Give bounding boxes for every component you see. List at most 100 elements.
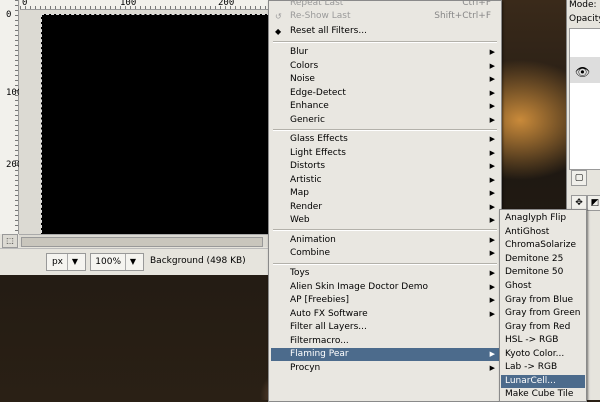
menu-item-map[interactable]: Map ▶ [271, 187, 499, 200]
submenu-item[interactable]: Gray from Green [501, 307, 585, 320]
tool-options-icon[interactable]: ◩ [587, 195, 600, 211]
submenu-item[interactable]: Lab -> RGB [501, 361, 585, 374]
chevron-right-icon: ▶ [489, 350, 495, 358]
horizontal-ruler[interactable]: 0 100 200 [20, 0, 272, 10]
chevron-right-icon: ▶ [489, 176, 495, 184]
menu-item-procyn[interactable]: Procyn ▶ [271, 362, 499, 375]
chevron-right-icon: ▶ [489, 216, 495, 224]
submenu-item-lunarcell[interactable]: LunarCell... [501, 375, 585, 388]
re-show-icon: ↺ [275, 12, 282, 21]
menu-item-combine[interactable]: Combine ▶ [271, 247, 499, 260]
menu-item-distorts[interactable]: Distorts ▶ [271, 160, 499, 173]
submenu-item-label: Gray from Red [505, 322, 571, 332]
chevron-right-icon: ▶ [489, 364, 495, 372]
submenu-item[interactable]: Make Cube Tile [501, 388, 585, 401]
menu-item-label: Web [290, 215, 310, 225]
chevron-right-icon: ▶ [489, 149, 495, 157]
menu-item-repeat-last[interactable]: Repeat Last Ctrl+F [271, 0, 499, 10]
chevron-right-icon: ▶ [489, 116, 495, 124]
menu-item-label: Edge-Detect [290, 88, 346, 98]
submenu-item[interactable]: Demitone 50 [501, 266, 585, 279]
menu-item-toys[interactable]: Toys ▶ [271, 267, 499, 280]
menu-item-light-effects[interactable]: Light Effects ▶ [271, 147, 499, 160]
menu-item-label: Glass Effects [290, 134, 348, 144]
menu-item-colors[interactable]: Colors ▶ [271, 60, 499, 73]
menu-item-label: Distorts [290, 161, 326, 171]
menu-item-alien-skin[interactable]: Alien Skin Image Doctor Demo ▶ [271, 281, 499, 294]
menu-item-blur[interactable]: Blur ▶ [271, 46, 499, 59]
menu-item-label: Toys [290, 268, 310, 278]
zoom-select[interactable]: 100% ▼ [90, 253, 144, 271]
menu-item-generic[interactable]: Generic ▶ [271, 114, 499, 127]
chevron-right-icon: ▶ [489, 162, 495, 170]
menu-item-edge-detect[interactable]: Edge-Detect ▶ [271, 87, 499, 100]
chevron-right-icon: ▶ [489, 296, 495, 304]
menu-item-re-show-last[interactable]: ↺ Re-Show Last Shift+Ctrl+F [271, 10, 499, 23]
menu-item-label: AP [Freebies] [290, 295, 350, 305]
chevron-right-icon: ▶ [489, 269, 495, 277]
quick-mask-toggle[interactable]: ⬚ [2, 234, 18, 248]
chevron-right-icon: ▶ [489, 75, 495, 83]
chevron-down-icon: ▼ [67, 254, 82, 270]
layer-row[interactable]: 👁 [570, 57, 600, 83]
menu-item-animation[interactable]: Animation ▶ [271, 234, 499, 247]
menu-item-ap-freebies[interactable]: AP [Freebies] ▶ [271, 294, 499, 307]
menu-item-web[interactable]: Web ▶ [271, 214, 499, 227]
image-window: 0 100 200 0 100 200 ⬚ px ▼ 100% ▼ Backgr… [0, 0, 276, 275]
submenu-item-label: ChromaSolarize [505, 240, 576, 250]
chevron-right-icon: ▶ [489, 48, 495, 56]
reset-filters-icon: ◆ [275, 27, 282, 36]
menu-item-label: Render [290, 202, 323, 212]
menu-item-label: Colors [290, 61, 319, 71]
submenu-item-label: Lab -> RGB [505, 362, 558, 372]
menu-separator [273, 129, 497, 131]
menu-separator [273, 263, 497, 265]
flaming-pear-submenu: Anaglyph Flip AntiGhost ChromaSolarize D… [499, 209, 587, 402]
canvas-area[interactable] [19, 10, 275, 238]
unit-select[interactable]: px ▼ [46, 253, 86, 271]
submenu-item[interactable]: AntiGhost [501, 226, 585, 239]
submenu-item[interactable]: Gray from Red [501, 321, 585, 334]
menu-item-render[interactable]: Render ▶ [271, 201, 499, 214]
chevron-right-icon: ▶ [489, 203, 495, 211]
menu-item-label: Repeat Last [290, 0, 344, 8]
menu-item-filter-all-layers[interactable]: Filter all Layers... [271, 321, 499, 334]
scrollbar-thumb[interactable] [21, 237, 263, 247]
image-canvas[interactable] [41, 14, 275, 238]
mode-label: Mode: [569, 0, 597, 10]
chevron-right-icon: ▶ [489, 249, 495, 257]
menu-separator [273, 229, 497, 231]
submenu-item[interactable]: ChromaSolarize [501, 239, 585, 252]
menu-item-artistic[interactable]: Artistic ▶ [271, 174, 499, 187]
menu-item-auto-fx[interactable]: Auto FX Software ▶ [271, 308, 499, 321]
submenu-item[interactable]: Gray from Blue [501, 294, 585, 307]
eye-icon[interactable]: 👁 [575, 65, 590, 79]
menu-item-reset-all-filters[interactable]: ◆ Reset all Filters... [271, 25, 499, 38]
menu-item-noise[interactable]: Noise ▶ [271, 73, 499, 86]
vertical-ruler[interactable]: 0 100 200 [0, 0, 22, 234]
new-layer-button[interactable]: ▢ [571, 170, 587, 186]
chevron-right-icon: ▶ [489, 89, 495, 97]
ruler-mark: 0 [6, 10, 12, 20]
submenu-item[interactable]: Ghost [501, 280, 585, 293]
menu-item-label: Blur [290, 47, 309, 57]
shortcut-label: Ctrl+F [462, 0, 491, 8]
horizontal-scrollbar[interactable] [19, 234, 272, 247]
menu-item-label: Artistic [290, 175, 322, 185]
submenu-item-label: Anaglyph Flip [505, 213, 567, 223]
submenu-item[interactable]: HSL -> RGB [501, 334, 585, 347]
submenu-item[interactable]: Demitone 25 [501, 253, 585, 266]
chevron-right-icon: ▶ [489, 62, 495, 70]
layers-list[interactable]: 👁 [569, 28, 600, 170]
chevron-right-icon: ▶ [489, 236, 495, 244]
submenu-item-label: Make Cube Tile [505, 389, 574, 399]
submenu-item[interactable]: Anaglyph Flip [501, 212, 585, 225]
menu-item-filtermacro[interactable]: Filtermacro... [271, 335, 499, 348]
menu-item-flaming-pear[interactable]: Flaming Pear ▶ [271, 348, 499, 361]
submenu-item[interactable]: Kyoto Color... [501, 348, 585, 361]
menu-item-glass-effects[interactable]: Glass Effects ▶ [271, 133, 499, 146]
menu-item-enhance[interactable]: Enhance ▶ [271, 100, 499, 113]
status-label: Background (498 KB) [150, 256, 246, 266]
menu-item-label: Re-Show Last [290, 11, 351, 21]
menu-item-label: Map [290, 188, 309, 198]
